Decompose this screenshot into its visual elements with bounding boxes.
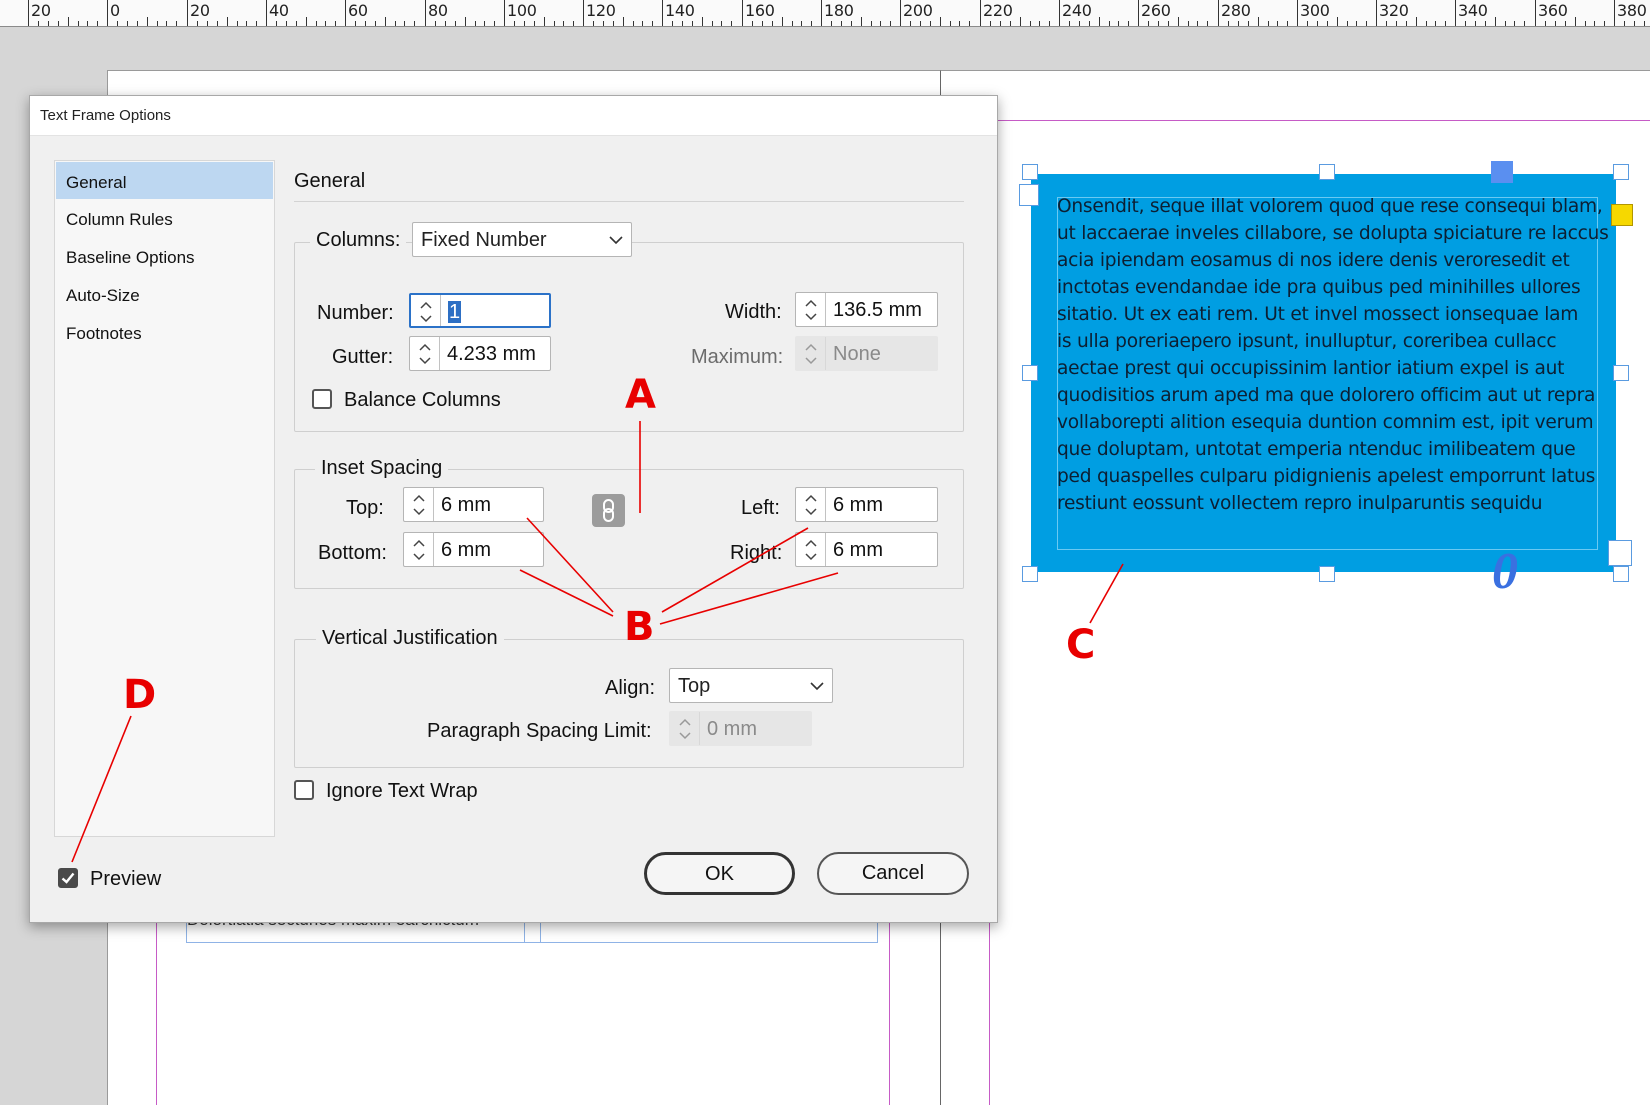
annotation-line-c xyxy=(1089,563,1124,624)
annotation-lines xyxy=(71,421,1124,863)
annotation-line-b xyxy=(661,527,809,613)
annotation-line-b xyxy=(519,569,614,617)
annotation-label-b: B xyxy=(624,604,655,650)
annotation-label-a: A xyxy=(625,372,656,418)
annotation-line-b xyxy=(526,517,614,613)
annotation-label-d: D xyxy=(123,672,157,718)
annotation-line-d xyxy=(71,715,132,863)
annotation-label-c: C xyxy=(1066,622,1096,668)
